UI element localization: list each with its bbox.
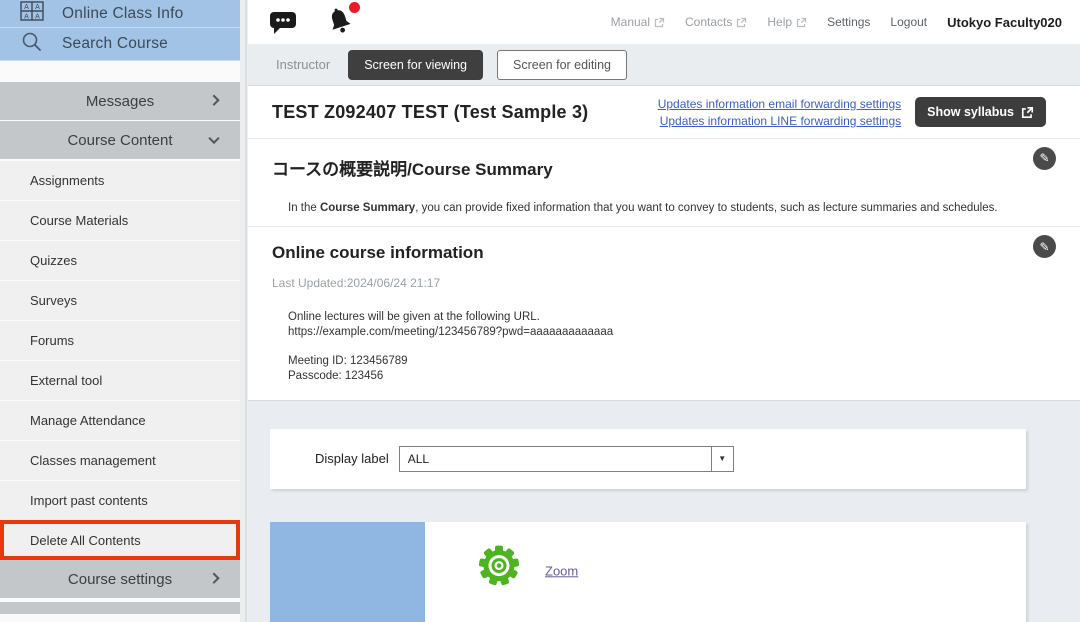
sidebar-item-label: Manage Attendance xyxy=(30,413,146,428)
pencil-icon: ✎ xyxy=(1039,151,1049,165)
sidebar-item-label: Delete All Contents xyxy=(30,533,141,548)
svg-text:A: A xyxy=(35,4,40,11)
sidebar-item-label: Course Content xyxy=(67,132,172,149)
screen-for-editing-button[interactable]: Screen for editing xyxy=(497,50,627,80)
manual-link[interactable]: Manual xyxy=(611,15,665,29)
sidebar-item-online-class-info[interactable]: A A A A Online Class Info xyxy=(0,0,240,28)
show-syllabus-button[interactable]: Show syllabus xyxy=(915,97,1046,127)
external-link-icon xyxy=(1021,106,1034,119)
pencil-icon: ✎ xyxy=(1039,240,1049,254)
content-item-row: Zoom xyxy=(270,522,1026,622)
select-arrow-icon[interactable]: ▼ xyxy=(711,447,733,471)
chevron-down-icon xyxy=(208,133,219,144)
sidebar-item-delete-all-contents[interactable]: Delete All Contents xyxy=(0,520,240,560)
sidebar-spacer xyxy=(0,61,240,82)
search-icon xyxy=(20,30,44,59)
email-forwarding-link[interactable]: Updates information email forwarding set… xyxy=(658,97,901,111)
passcode: Passcode: 123456 xyxy=(288,369,1056,384)
svg-text:A: A xyxy=(24,14,29,21)
online-info-heading: Online course information xyxy=(272,243,1056,263)
sidebar-item-label: Messages xyxy=(86,93,154,110)
svg-text:A: A xyxy=(35,14,40,21)
content-thumbnail xyxy=(270,522,425,622)
course-title: TEST Z092407 TEST (Test Sample 3) xyxy=(272,102,588,123)
last-updated: Last Updated:2024/06/24 21:17 xyxy=(272,276,1056,290)
forwarding-links: Updates information email forwarding set… xyxy=(658,97,901,128)
mode-bar: Instructor Screen for viewing Screen for… xyxy=(248,44,1080,86)
external-link-icon xyxy=(796,17,807,28)
meeting-id: Meeting ID: 123456789 xyxy=(288,354,1056,369)
sidebar-item-forums[interactable]: Forums xyxy=(0,320,240,360)
sidebar-item-surveys[interactable]: Surveys xyxy=(0,280,240,320)
display-label-card: Display label ALL ▼ xyxy=(270,429,1026,489)
sidebar-item-external-tool[interactable]: External tool xyxy=(0,360,240,400)
zoom-content-link[interactable]: Zoom xyxy=(545,563,578,578)
display-label-text: Display label xyxy=(315,451,389,466)
sidebar-item-search-course[interactable]: Search Course xyxy=(0,28,240,61)
app-window: A A A A Online Class Info Search Course … xyxy=(0,0,1080,622)
online-info-body: Online lectures will be given at the fol… xyxy=(288,310,1056,384)
external-link-icon xyxy=(736,17,747,28)
zoom-gear-icon xyxy=(477,544,521,593)
meeting-url: https://example.com/meeting/123456789?pw… xyxy=(288,325,1056,340)
sidebar-item-assignments[interactable]: Assignments xyxy=(0,160,240,200)
display-label-select[interactable]: ALL ▼ xyxy=(399,446,734,472)
edit-summary-button[interactable]: ✎ xyxy=(1033,147,1056,170)
sidebar-item-label: Course Materials xyxy=(30,213,128,228)
help-link[interactable]: Help xyxy=(767,15,807,29)
utility-nav: Manual Contacts Help Settings Logout Uto… xyxy=(611,15,1062,30)
sidebar-item-course-settings[interactable]: Course settings xyxy=(0,560,240,598)
sidebar-item-label: Quizzes xyxy=(30,253,77,268)
online-info-line: Online lectures will be given at the fol… xyxy=(288,310,1056,325)
sidebar-item-course-content[interactable]: Course Content xyxy=(0,121,240,159)
sidebar-item-import-past-contents[interactable]: Import past contents xyxy=(0,480,240,520)
selected-label-value: ALL xyxy=(400,447,711,471)
svg-text:A: A xyxy=(24,4,29,11)
external-link-icon xyxy=(654,17,665,28)
sidebar-item-label: Online Class Info xyxy=(62,5,183,23)
class-grid-icon: A A A A xyxy=(20,1,44,26)
settings-link[interactable]: Settings xyxy=(827,15,870,29)
sidebar-item-quizzes[interactable]: Quizzes xyxy=(0,240,240,280)
logout-link[interactable]: Logout xyxy=(890,15,927,29)
role-label: Instructor xyxy=(276,57,330,72)
course-summary-heading: コースの概要説明/Course Summary xyxy=(272,155,1056,180)
sidebar-item-label: External tool xyxy=(30,373,102,388)
sidebar: A A A A Online Class Info Search Course … xyxy=(0,0,240,622)
sidebar-item-classes-management[interactable]: Classes management xyxy=(0,440,240,480)
sidebar-item-label: Classes management xyxy=(30,453,156,468)
screen-for-viewing-button[interactable]: Screen for viewing xyxy=(348,50,483,80)
sidebar-item-label: Import past contents xyxy=(30,493,148,508)
bell-icon[interactable] xyxy=(324,6,356,38)
sidebar-item-label: Course settings xyxy=(68,571,172,588)
contents-area: Display label ALL ▼ xyxy=(248,401,1080,622)
sidebar-item-label: Assignments xyxy=(30,173,104,188)
contacts-link[interactable]: Contacts xyxy=(685,15,747,29)
sidebar-item-course-materials[interactable]: Course Materials xyxy=(0,200,240,240)
sidebar-item-label: Search Course xyxy=(62,35,168,53)
top-header: Manual Contacts Help Settings Logout Uto… xyxy=(248,0,1080,44)
sidebar-item-label: Forums xyxy=(30,333,74,348)
sidebar-item-messages[interactable]: Messages xyxy=(0,82,240,120)
chevron-right-icon xyxy=(208,95,219,106)
notification-badge xyxy=(349,2,360,13)
course-summary-section: コースの概要説明/Course Summary ✎ In the Course … xyxy=(248,138,1080,226)
sidebar-item-label: Surveys xyxy=(30,293,77,308)
main-area: Manual Contacts Help Settings Logout Uto… xyxy=(248,0,1080,622)
sidebar-item-partial xyxy=(0,602,240,614)
online-course-info-section: Online course information ✎ Last Updated… xyxy=(248,226,1080,401)
course-summary-description: In the Course Summary, you can provide f… xyxy=(288,202,1056,214)
course-title-row: TEST Z092407 TEST (Test Sample 3) Update… xyxy=(248,86,1080,138)
chat-bubble-icon[interactable] xyxy=(268,9,298,36)
user-name: Utokyo Faculty020 xyxy=(947,15,1062,30)
line-forwarding-link[interactable]: Updates information LINE forwarding sett… xyxy=(660,114,901,128)
chevron-right-icon xyxy=(208,573,219,584)
sidebar-item-manage-attendance[interactable]: Manage Attendance xyxy=(0,400,240,440)
